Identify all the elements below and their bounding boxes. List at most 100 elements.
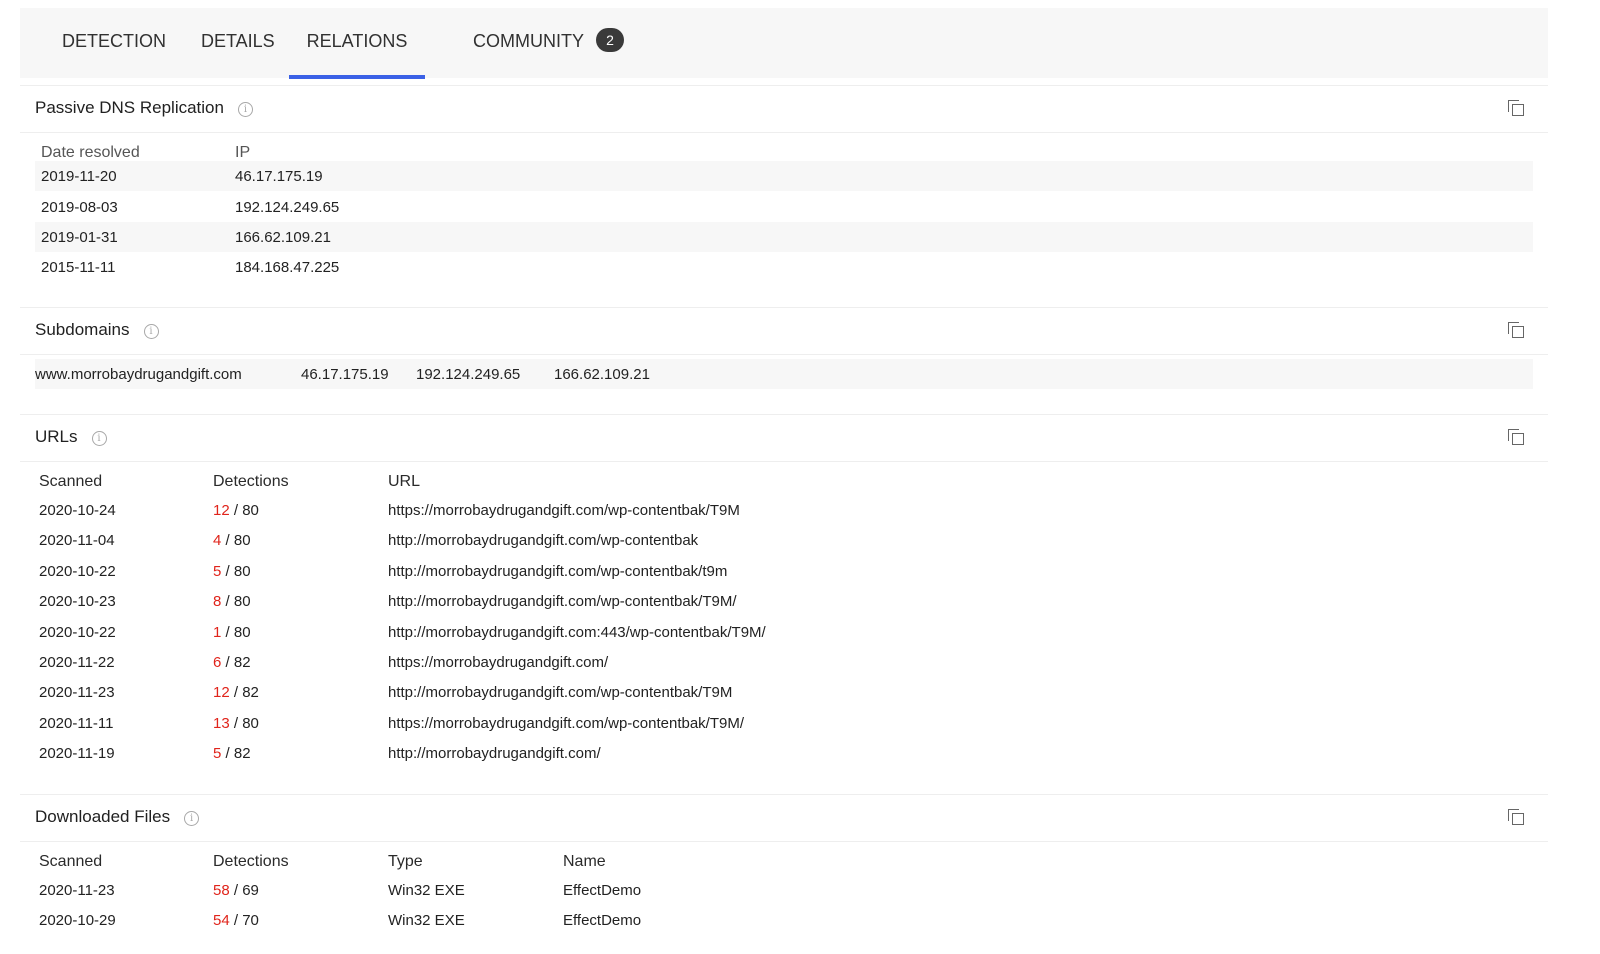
dns-ip-link[interactable]: 184.168.47.225 [235, 259, 339, 276]
dns-ip-link[interactable]: 192.124.249.65 [235, 199, 339, 216]
url-scanned: 2020-11-23 [39, 684, 115, 701]
subdomain-link[interactable]: www.morrobaydrugandgift.com [35, 366, 242, 383]
url-link[interactable]: http://morrobaydrugandgift.com:443/wp-co… [388, 624, 766, 641]
url-detections: 5 / 80 [213, 563, 251, 580]
url-scanned: 2020-10-22 [39, 563, 116, 580]
dns-ip-link[interactable]: 46.17.175.19 [235, 168, 323, 185]
urls-header: URLs i [20, 414, 1548, 462]
subdomain-ip-link[interactable]: 192.124.249.65 [416, 366, 520, 383]
detections-total: / 69 [233, 882, 259, 899]
tab-detection[interactable]: DETECTION [62, 8, 166, 78]
detections-positive: 4 [213, 532, 222, 549]
url-link[interactable]: https://morrobaydrugandgift.com/wp-conte… [388, 715, 744, 732]
url-scanned: 2020-10-24 [39, 502, 116, 519]
copy-icon[interactable] [1508, 429, 1524, 445]
passive-dns-title: Passive DNS Replication [35, 98, 224, 117]
col-detections: Detections [213, 853, 289, 870]
detections-positive: 12 [213, 684, 230, 701]
detections-total: / 70 [233, 912, 259, 929]
col-date-resolved: Date resolved [41, 144, 140, 161]
tab-relations[interactable]: RELATIONS [289, 8, 425, 79]
community-count-badge: 2 [596, 28, 624, 52]
copy-icon[interactable] [1508, 322, 1524, 338]
copy-icon[interactable] [1508, 809, 1524, 825]
url-link[interactable]: http://morrobaydrugandgift.com/wp-conten… [388, 563, 727, 580]
urls-title: URLs [35, 427, 78, 446]
url-detections: 4 / 80 [213, 532, 251, 549]
url-detections: 12 / 82 [213, 684, 259, 701]
downloaded-files-header: Downloaded Files i [20, 794, 1548, 842]
url-detections: 8 / 80 [213, 593, 251, 610]
section-title-wrap: Passive DNS Replication i [35, 98, 253, 118]
col-type: Type [388, 853, 423, 870]
url-detections: 12 / 80 [213, 502, 259, 519]
file-type: Win32 EXE [388, 882, 465, 899]
subdomain-ip-link[interactable]: 46.17.175.19 [301, 366, 389, 383]
table-row-band [35, 359, 1533, 389]
col-url: URL [388, 473, 421, 490]
passive-dns-header: Passive DNS Replication i [20, 85, 1548, 133]
tab-label: DETECTION [62, 31, 167, 51]
url-scanned: 2020-10-23 [39, 593, 116, 610]
tab-details[interactable]: DETAILS [201, 8, 275, 78]
file-type: Win32 EXE [388, 912, 465, 929]
col-ip: IP [235, 144, 251, 161]
copy-icon[interactable] [1508, 100, 1524, 116]
detections-positive: 8 [213, 593, 222, 610]
url-link[interactable]: http://morrobaydrugandgift.com/wp-conten… [388, 532, 698, 549]
url-detections: 5 / 82 [213, 745, 251, 762]
detections-total: / 80 [225, 532, 251, 549]
url-detections: 13 / 80 [213, 715, 259, 732]
url-scanned: 2020-11-04 [39, 532, 115, 549]
detections-total: / 82 [225, 745, 251, 762]
col-scanned: Scanned [39, 473, 103, 490]
file-name-link[interactable]: EffectDemo [563, 912, 641, 929]
tab-bar: DETECTION DETAILS RELATIONS COMMUNITY 2 [20, 8, 1548, 79]
file-detections: 54 / 70 [213, 912, 259, 929]
url-scanned: 2020-11-22 [39, 654, 115, 671]
info-icon[interactable]: i [237, 102, 253, 117]
file-name-link[interactable]: EffectDemo [563, 882, 641, 899]
url-detections: 6 / 82 [213, 654, 251, 671]
dns-date: 2019-08-03 [41, 199, 118, 216]
tab-label: COMMUNITY [473, 31, 584, 51]
subdomain-ip-link[interactable]: 166.62.109.21 [554, 366, 650, 383]
url-scanned: 2020-10-22 [39, 624, 116, 641]
url-link[interactable]: https://morrobaydrugandgift.com/wp-conte… [388, 502, 740, 519]
detections-positive: 54 [213, 912, 230, 929]
col-name: Name [563, 853, 606, 870]
tab-label: RELATIONS [306, 31, 408, 51]
url-scanned: 2020-11-11 [39, 715, 114, 732]
url-link[interactable]: http://morrobaydrugandgift.com/wp-conten… [388, 684, 732, 701]
detections-positive: 5 [213, 745, 222, 762]
col-scanned: Scanned [39, 853, 103, 870]
col-detections: Detections [213, 473, 289, 490]
section-title-wrap: Downloaded Files i [35, 807, 200, 827]
detections-total: / 80 [225, 593, 251, 610]
info-icon[interactable]: i [143, 324, 159, 339]
detections-total: / 80 [233, 502, 259, 519]
detections-total: / 80 [233, 715, 259, 732]
info-icon[interactable]: i [184, 811, 200, 826]
detections-positive: 6 [213, 654, 222, 671]
detections-positive: 13 [213, 715, 230, 732]
info-icon[interactable]: i [91, 431, 107, 446]
file-detections: 58 / 69 [213, 882, 259, 899]
url-link[interactable]: https://morrobaydrugandgift.com/ [388, 654, 608, 671]
url-link[interactable]: http://morrobaydrugandgift.com/wp-conten… [388, 593, 737, 610]
detections-positive: 5 [213, 563, 222, 580]
dns-date: 2015-11-11 [41, 259, 116, 276]
detections-total: / 80 [225, 624, 251, 641]
url-detections: 1 / 80 [213, 624, 251, 641]
detections-total: / 82 [225, 654, 251, 671]
detections-positive: 12 [213, 502, 230, 519]
url-link[interactable]: http://morrobaydrugandgift.com/ [388, 745, 601, 762]
section-title-wrap: Subdomains i [35, 320, 159, 340]
downloaded-files-title: Downloaded Files [35, 807, 171, 826]
dns-ip-link[interactable]: 166.62.109.21 [235, 229, 331, 246]
section-title-wrap: URLs i [35, 427, 107, 447]
file-scanned: 2020-11-23 [39, 882, 115, 899]
subdomains-header: Subdomains i [20, 307, 1548, 355]
dns-date: 2019-11-20 [41, 168, 117, 185]
tab-community[interactable]: COMMUNITY 2 [473, 8, 624, 78]
